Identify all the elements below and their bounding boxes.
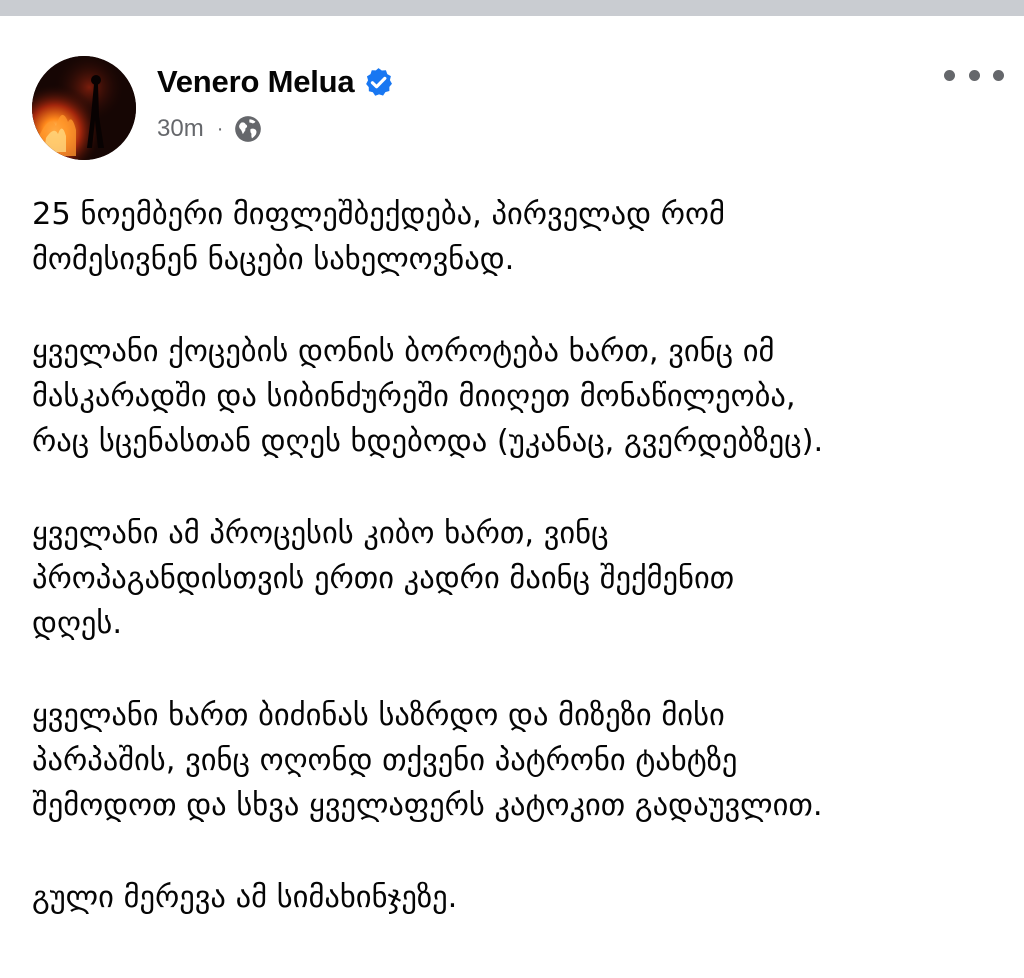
- more-dot-icon: [993, 69, 1004, 81]
- post-text-line: ყველანი ამ პროცესის კიბო ხართ, ვინც: [32, 516, 609, 551]
- post-text-line: შემოდოთ და სხვა ყველაფერს კატოკით გადაუვ…: [32, 788, 823, 823]
- post-text-line: ყველანი ქოცების დონის ბოროტება ხართ, ვინ…: [32, 334, 775, 369]
- author-avatar[interactable]: [32, 56, 136, 160]
- post-paragraph: ყველანი ამ პროცესის კიბო ხართ, ვინც პროპ…: [32, 511, 1012, 646]
- post-meta: 30m ·: [157, 112, 262, 146]
- post-text-line: მომესივნენ ნაცები სახელოვნად.: [32, 242, 515, 277]
- meta-separator: ·: [216, 117, 224, 140]
- author-header: Venero Melua: [157, 62, 395, 102]
- author-name[interactable]: Venero Melua: [157, 64, 355, 100]
- post-timestamp[interactable]: 30m: [157, 115, 204, 143]
- more-options-button[interactable]: [944, 60, 1004, 90]
- post-text-line: გული მერევა ამ სიმახინჯეზე.: [32, 880, 458, 915]
- post-paragraph: 25 ნოემბერი მიფლეშბექდება, პირველად რომ …: [32, 192, 1012, 282]
- post-text-line: მასკარადში და სიბინძურეში მიიღეთ მონაწილ…: [32, 379, 796, 414]
- post-text-line: პროპაგანდისთვის ერთი კადრი მაინც შექმენი…: [32, 561, 735, 596]
- post-text-line: ყველანი ხართ ბიძინას საზრდო და მიზეზი მი…: [32, 698, 725, 733]
- facebook-post: Venero Melua 30m · 25 ნოემბერი მიფლეშბექ…: [0, 16, 1024, 978]
- post-text-line: რაც სცენასთან დღეს ხდებოდა (უკანაც, გვერ…: [32, 424, 824, 459]
- post-paragraph: გული მერევა ამ სიმახინჯეზე.: [32, 875, 1012, 920]
- more-dot-icon: [944, 69, 955, 81]
- more-dot-icon: [968, 69, 980, 81]
- top-separator: [0, 0, 1024, 16]
- post-text-line: 25 ნოემბერი მიფლეშბექდება, პირველად რომ: [32, 197, 725, 232]
- post-paragraph: ყველანი ქოცების დონის ბოროტება ხართ, ვინ…: [32, 329, 1012, 464]
- avatar-fire-photo: [32, 56, 136, 160]
- verified-badge-icon: [362, 66, 395, 99]
- post-text: 25 ნოემბერი მიფლეშბექდება, პირველად რომ …: [32, 192, 1012, 967]
- globe-icon[interactable]: [234, 115, 262, 143]
- post-text-line: დღეს.: [32, 606, 123, 641]
- post-paragraph: ყველანი ხართ ბიძინას საზრდო და მიზეზი მი…: [32, 693, 1012, 828]
- post-text-line: პარპაშის, ვინც ოღონდ თქვენი პატრონი ტახტ…: [32, 743, 738, 778]
